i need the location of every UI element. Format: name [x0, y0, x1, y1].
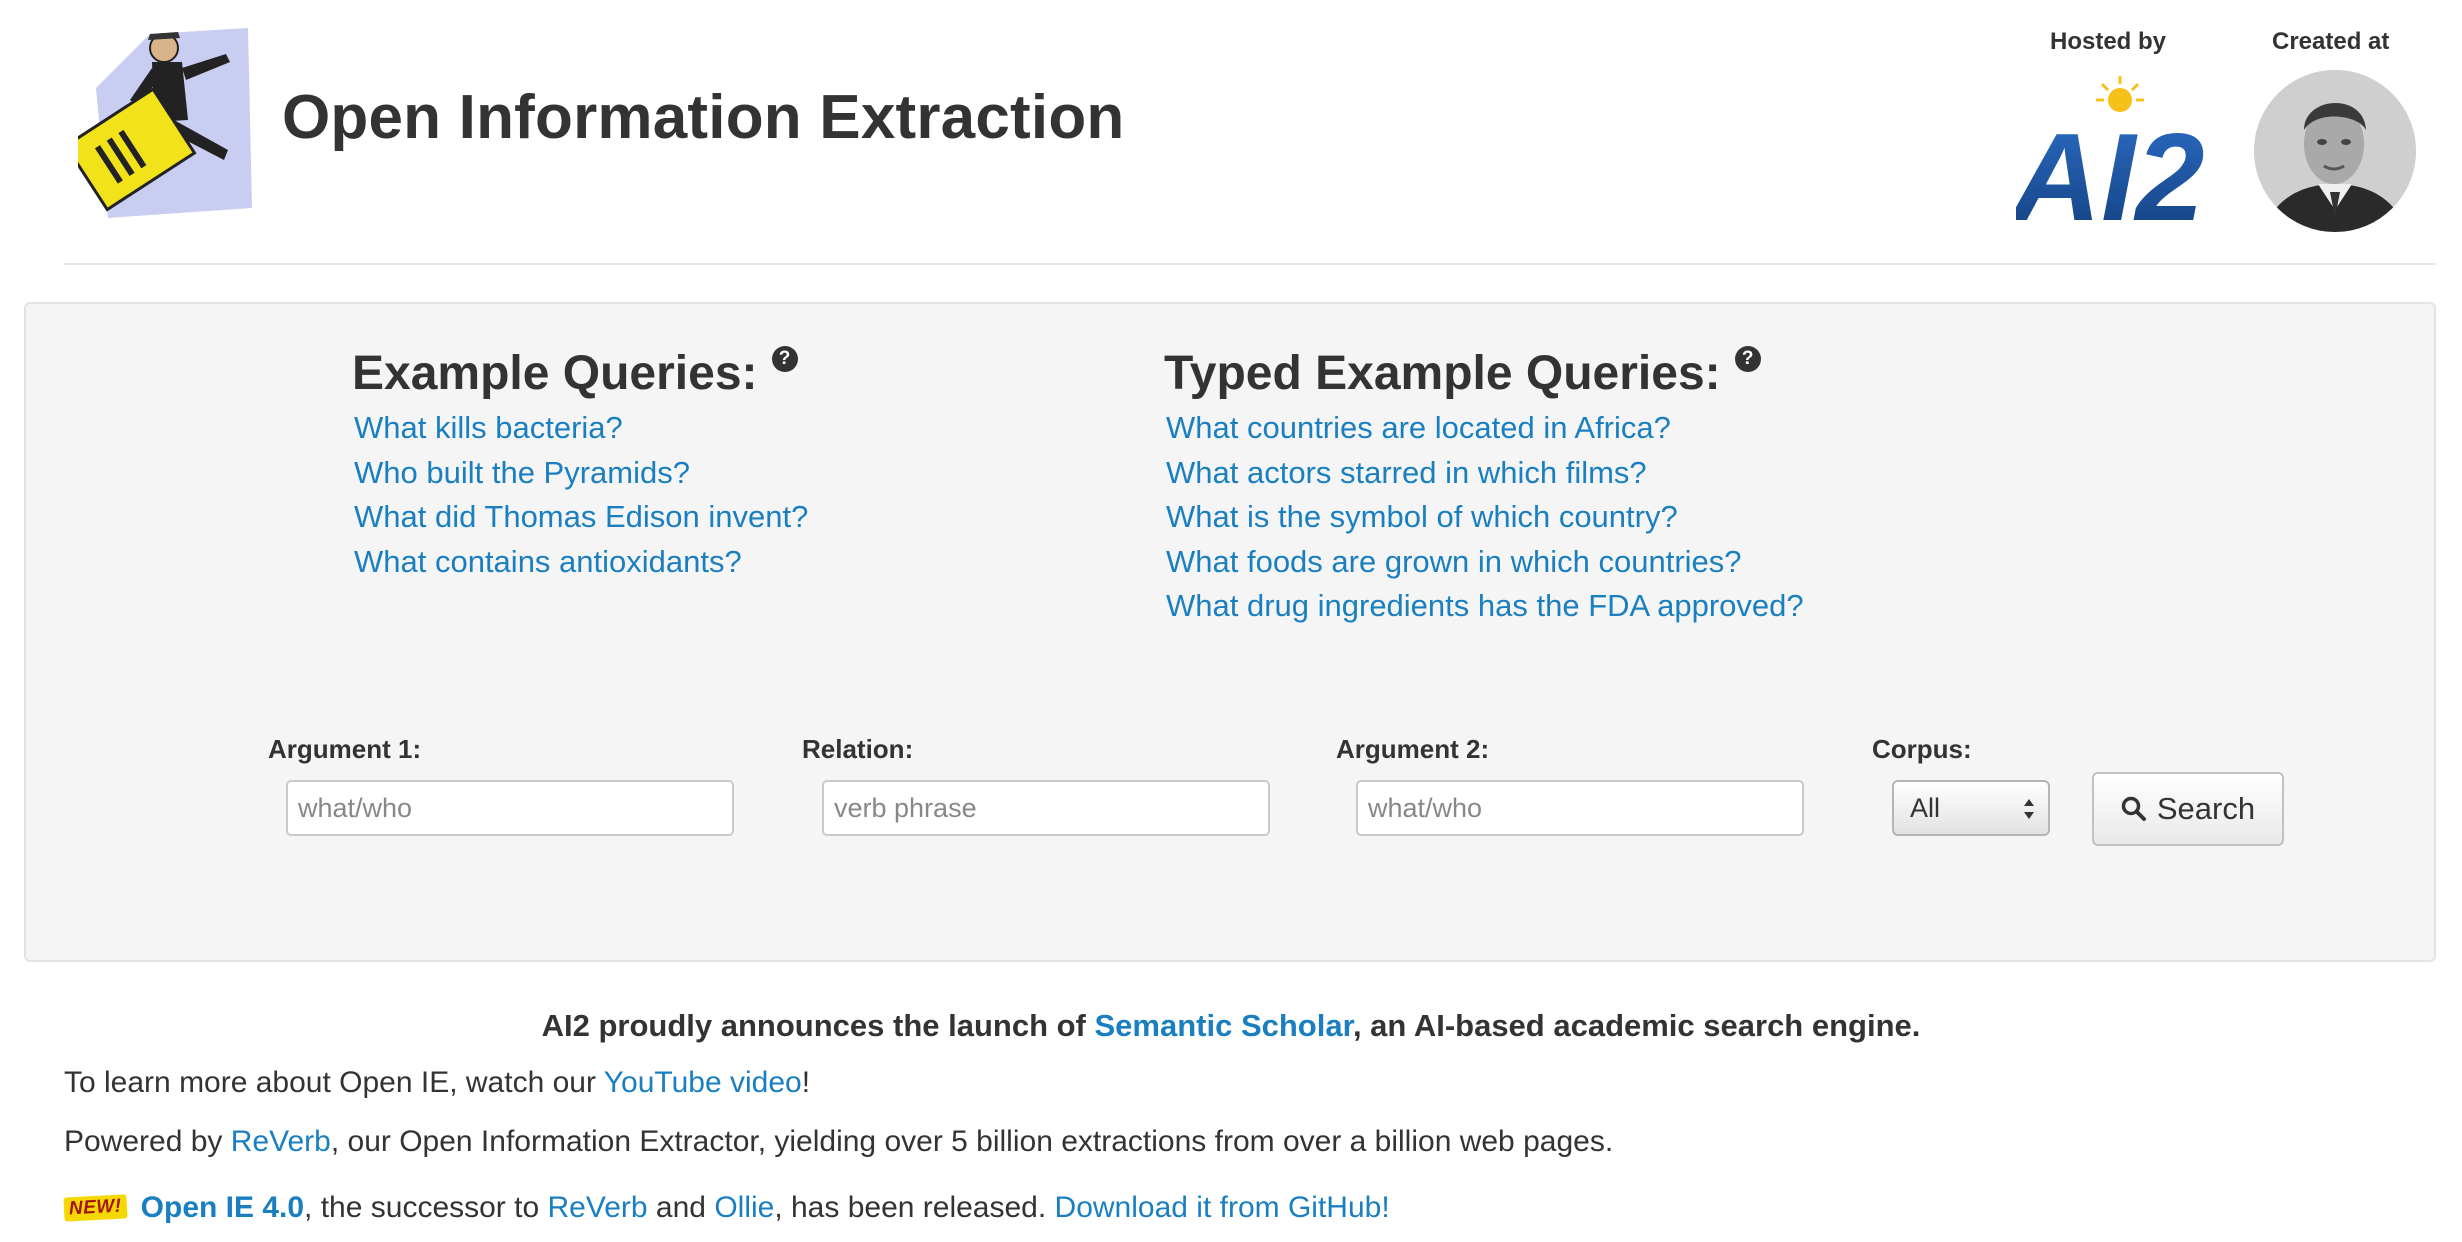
created-at-label: Created at: [2272, 28, 2390, 55]
search-icon: [2121, 796, 2146, 821]
example-query-link[interactable]: What kills bacteria?: [354, 410, 623, 445]
download-github-link[interactable]: Download it from GitHub!: [1055, 1191, 1390, 1225]
typed-example-queries-title: Typed Example Queries:: [1164, 347, 1721, 400]
page-title: Open Information Extraction: [282, 83, 1125, 152]
announcement: AI2 proudly announces the launch of Sema…: [0, 1008, 2462, 1044]
typed-query-link[interactable]: What foods are grown in which countries?: [1166, 544, 1742, 579]
relation-input[interactable]: [822, 780, 1270, 836]
select-arrows-icon: [2024, 799, 2034, 819]
reverb-link[interactable]: ReVerb: [548, 1191, 648, 1225]
typed-example-queries-heading: Typed Example Queries: ?: [1164, 342, 1804, 406]
example-query-list: What kills bacteria? Who built the Pyram…: [352, 406, 808, 584]
learn-more-text: To learn more about Open IE, watch our Y…: [64, 1066, 810, 1100]
avatar[interactable]: [2254, 70, 2416, 232]
new-badge: NEW!: [63, 1194, 128, 1222]
argument2-input[interactable]: [1356, 780, 1804, 836]
logo-figure-icon[interactable]: [78, 28, 256, 228]
example-queries-section: Example Queries: ? What kills bacteria? …: [352, 342, 808, 584]
youtube-video-link[interactable]: YouTube video: [604, 1066, 802, 1099]
relation-label: Relation:: [802, 734, 914, 764]
corpus-selected-value: All: [1910, 792, 1941, 823]
open-ie-4-link[interactable]: Open IE 4.0: [141, 1191, 304, 1225]
powered-by-prefix: Powered by: [64, 1125, 231, 1158]
typed-query-link[interactable]: What countries are located in Africa?: [1166, 410, 1671, 445]
release-text-1: , the successor to: [304, 1191, 548, 1224]
hosted-by-label: Hosted by: [2050, 28, 2167, 55]
argument1-input[interactable]: [286, 780, 734, 836]
powered-by-suffix: , our Open Information Extractor, yieldi…: [330, 1125, 1614, 1158]
corpus-select[interactable]: All: [1892, 780, 2050, 836]
ai2-logo-text: AI2: [2016, 109, 2204, 230]
argument2-label: Argument 2:: [1336, 734, 1490, 764]
typed-query-link[interactable]: What is the symbol of which country?: [1166, 499, 1678, 534]
announcement-suffix: , an AI-based academic search engine.: [1352, 1008, 1921, 1043]
example-queries-heading: Example Queries: ?: [352, 342, 808, 406]
sun-icon: [2096, 76, 2144, 112]
typed-example-queries-section: Typed Example Queries: ? What countries …: [1164, 342, 1804, 629]
learn-more-suffix: !: [801, 1066, 811, 1099]
search-panel: Example Queries: ? What kills bacteria? …: [24, 302, 2436, 962]
corpus-label: Corpus:: [1872, 734, 1972, 764]
example-query-link[interactable]: Who built the Pyramids?: [354, 455, 690, 490]
powered-by-text: Powered by ReVerb, our Open Information …: [64, 1125, 1613, 1159]
example-queries-title: Example Queries:: [352, 347, 758, 400]
reverb-link[interactable]: ReVerb: [231, 1125, 331, 1158]
search-button-label: Search: [2156, 791, 2256, 826]
semantic-scholar-link[interactable]: Semantic Scholar: [1095, 1008, 1353, 1043]
typed-query-link[interactable]: What actors starred in which films?: [1166, 455, 1647, 490]
typed-example-query-list: What countries are located in Africa? Wh…: [1164, 406, 1804, 629]
typed-query-link[interactable]: What drug ingredients has the FDA approv…: [1166, 588, 1804, 623]
release-text-3: , has been released.: [774, 1191, 1055, 1224]
learn-more-prefix: To learn more about Open IE, watch our: [64, 1066, 604, 1099]
ai2-logo[interactable]: AI2: [2016, 70, 2212, 230]
ollie-link[interactable]: Ollie: [714, 1191, 774, 1225]
example-query-link[interactable]: What did Thomas Edison invent?: [354, 499, 808, 534]
example-query-link[interactable]: What contains antioxidants?: [354, 544, 742, 579]
help-icon[interactable]: ?: [1734, 346, 1761, 372]
announcement-prefix: AI2 proudly announces the launch of: [541, 1008, 1095, 1043]
release-text: NEW! Open IE 4.0 , the successor to ReVe…: [63, 1191, 1390, 1225]
header-divider: [64, 263, 2436, 265]
search-button[interactable]: Search: [2092, 772, 2284, 846]
argument1-label: Argument 1:: [268, 734, 422, 764]
release-text-2: and: [647, 1191, 715, 1224]
help-icon[interactable]: ?: [771, 346, 798, 372]
